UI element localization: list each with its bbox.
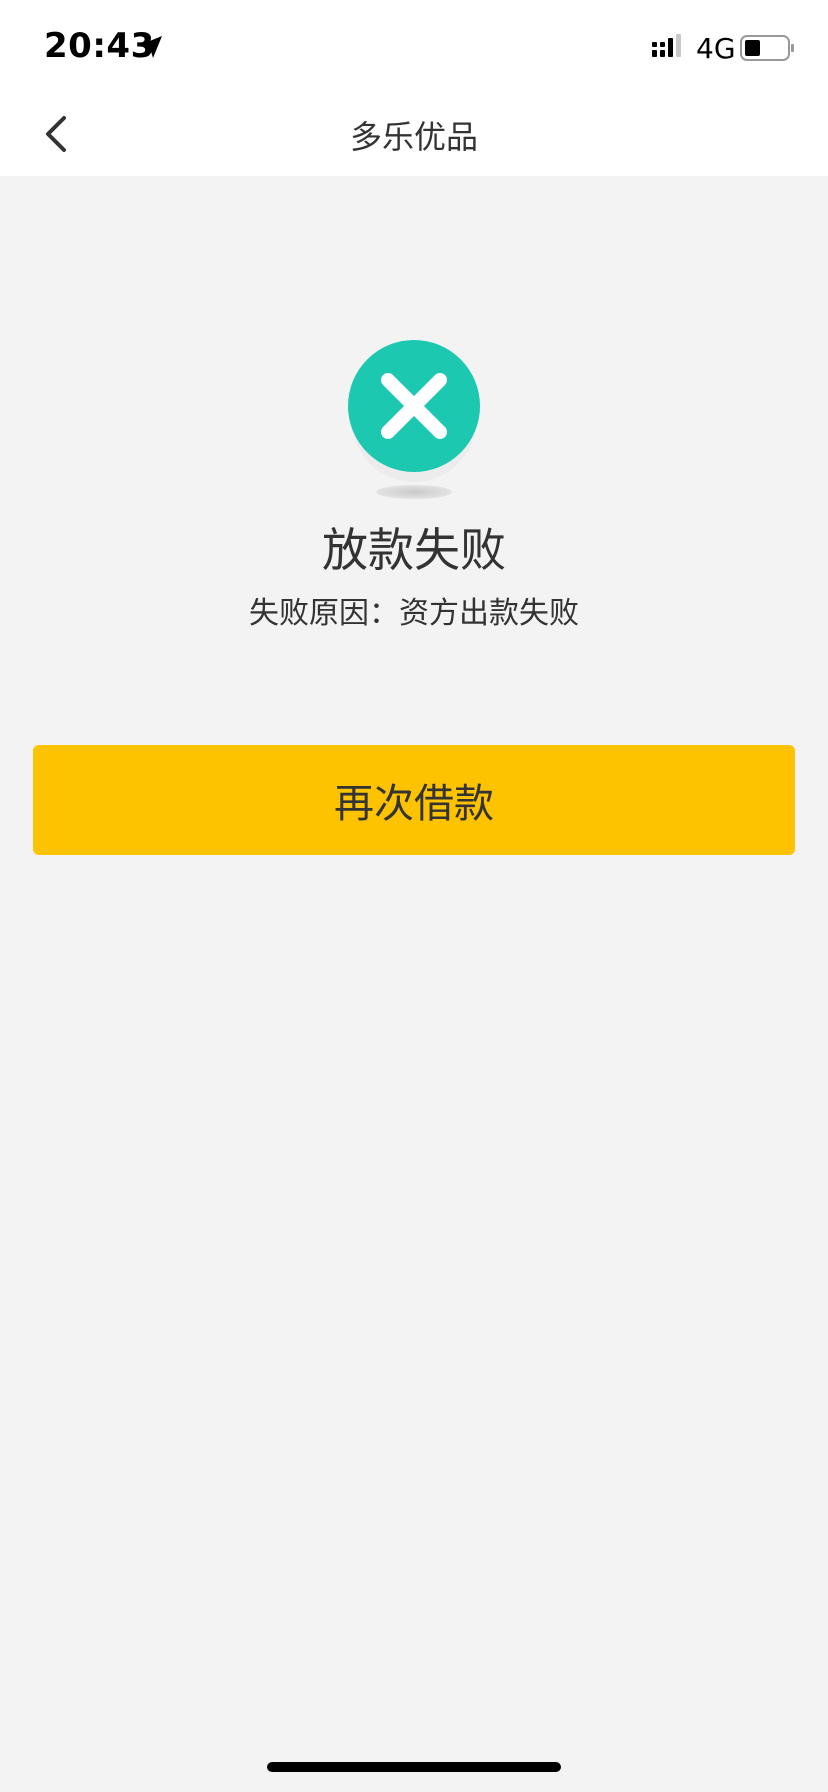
result-reason: 失败原因：资方出款失败	[249, 596, 579, 631]
result-title: 放款失败	[322, 523, 506, 577]
top-area: 20:43 4G 多乐优品	[0, 0, 828, 176]
home-indicator	[267, 1762, 561, 1772]
main-content: 放款失败 失败原因：资方出款失败 再次借款	[0, 176, 828, 1792]
retry-loan-button[interactable]: 再次借款	[33, 745, 795, 855]
page-title: 多乐优品	[349, 118, 478, 156]
status-bar: 20:43 4G	[0, 0, 828, 96]
error-x-icon	[348, 340, 480, 499]
signal-icon	[652, 34, 681, 57]
location-arrow-icon	[140, 36, 162, 58]
network-label: 4G	[696, 32, 736, 65]
nav-bar: 多乐优品	[0, 96, 828, 176]
battery-icon	[740, 35, 794, 61]
